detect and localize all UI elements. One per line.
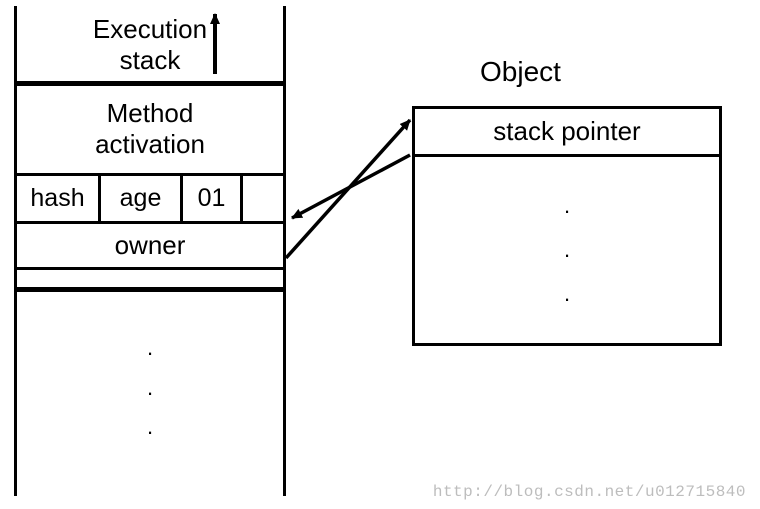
field-hash: hash <box>17 176 101 221</box>
owner-row: owner <box>17 224 283 270</box>
owner-label: owner <box>115 230 186 261</box>
stack-title-line2: stack <box>120 45 181 75</box>
watermark-text: http://blog.csdn.net/u012715840 <box>433 483 746 501</box>
owner-to-object-arrow-icon <box>286 120 410 258</box>
method-line2: activation <box>95 129 205 159</box>
object-box: stack pointer . . . <box>412 106 722 346</box>
stack-vertical-dots: . . . <box>17 292 283 447</box>
stack-title-line1: Execution <box>93 14 207 44</box>
execution-stack-column: Execution stack Method activation hash a… <box>14 6 286 496</box>
field-rest <box>243 176 283 221</box>
mark-word-row: hash age 01 <box>17 176 283 224</box>
object-header: stack pointer <box>415 109 719 157</box>
field-bits: 01 <box>183 176 243 221</box>
field-age: age <box>101 176 183 221</box>
stack-title: Execution stack <box>17 6 283 86</box>
method-activation-cell: Method activation <box>17 86 283 176</box>
stackpointer-to-stack-arrow-icon <box>292 155 410 218</box>
method-line1: Method <box>107 98 194 128</box>
stack-small-slot <box>17 270 283 292</box>
object-title: Object <box>480 56 561 88</box>
object-body-dots: . . . <box>415 157 719 343</box>
